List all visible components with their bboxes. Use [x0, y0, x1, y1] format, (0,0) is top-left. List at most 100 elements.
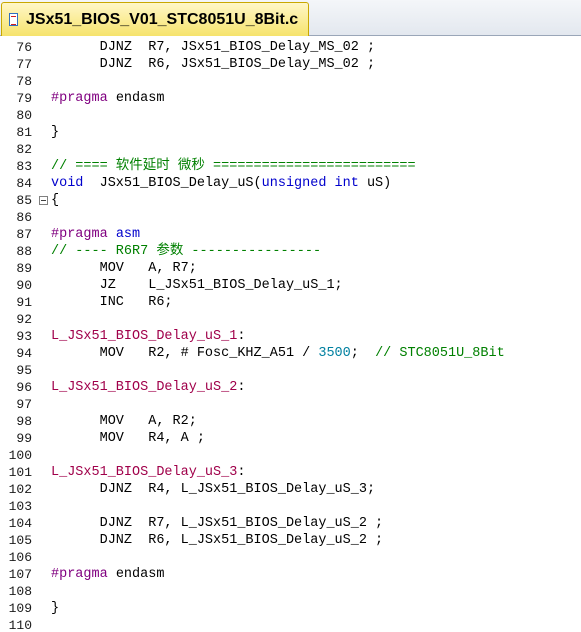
code-token: endasm [107, 91, 165, 106]
line-number: 87 [16, 227, 32, 242]
code-token: DJNZ R7, JSx51_BIOS_Delay_MS_02 ; [51, 40, 376, 55]
code-token: 3500 [318, 346, 351, 361]
code-token: } [51, 601, 60, 616]
file-tab[interactable]: JSx51_BIOS_V01_STC8051U_8Bit.c [1, 2, 310, 36]
code-line[interactable]: #pragma endasm [51, 566, 164, 583]
line-number: 80 [16, 108, 32, 123]
line-number: 110 [8, 618, 32, 632]
code-token: L_JSx51_BIOS_Delay_uS_2 [51, 380, 238, 395]
code-token: DJNZ R4, L_JSx51_BIOS_Delay_uS_3; [51, 482, 376, 497]
code-line[interactable]: #pragma asm [51, 226, 140, 243]
code-token: void [51, 176, 84, 191]
code-token: unsigned int [261, 176, 359, 191]
line-number: 102 [8, 482, 32, 497]
code-line[interactable]: MOV R4, A ; [51, 430, 205, 447]
code-token: #pragma [51, 227, 108, 242]
code-token: uS) [358, 176, 392, 191]
line-number: 101 [8, 465, 32, 480]
line-number: 84 [16, 176, 32, 191]
line-number: 77 [16, 57, 32, 72]
line-number: 99 [16, 431, 32, 446]
code-line[interactable]: { [51, 192, 59, 209]
code-token: JSx51_BIOS_Delay_uS( [83, 176, 262, 191]
code-line[interactable]: DJNZ R7, JSx51_BIOS_Delay_MS_02 ; [51, 39, 375, 56]
line-number: 100 [8, 448, 32, 463]
code-token: JZ L_JSx51_BIOS_Delay_uS_1; [51, 278, 343, 293]
code-token: ; [350, 346, 376, 361]
code-token: DJNZ R6, L_JSx51_BIOS_Delay_uS_2 ; [51, 533, 384, 548]
line-number: 76 [16, 40, 32, 55]
line-number: 108 [8, 584, 32, 599]
line-number: 106 [8, 550, 32, 565]
code-line[interactable]: MOV R2, # Fosc_KHZ_A51 / 3500; // STC805… [51, 345, 505, 362]
code-line[interactable]: INC R6; [51, 294, 173, 311]
code-line[interactable]: #pragma endasm [51, 90, 164, 107]
line-number: 90 [16, 278, 32, 293]
code-line[interactable]: DJNZ R7, L_JSx51_BIOS_Delay_uS_2 ; [51, 515, 384, 532]
code-token: // STC8051U_8Bit [375, 346, 505, 361]
line-number: 78 [16, 74, 32, 89]
code-line[interactable]: } [51, 600, 59, 617]
fold-collapse-icon[interactable] [39, 196, 48, 205]
line-number: 93 [16, 329, 32, 344]
line-number: 105 [8, 533, 32, 548]
code-token: : [237, 465, 246, 480]
line-number: 81 [16, 125, 32, 140]
line-number: 91 [16, 295, 32, 310]
line-number: 79 [16, 91, 32, 106]
line-number: 88 [16, 244, 32, 259]
code-token: L_JSx51_BIOS_Delay_uS_3 [51, 465, 238, 480]
line-number: 82 [16, 142, 32, 157]
code-token: MOV R2, # Fosc_KHZ_A51 / [51, 346, 319, 361]
code-token: { [51, 193, 60, 208]
line-number: 83 [16, 159, 32, 174]
code-line[interactable]: MOV A, R7; [51, 260, 197, 277]
code-line[interactable]: // ==== 软件延时 微秒 ========================… [51, 158, 416, 175]
line-number: 94 [16, 346, 32, 361]
code-line[interactable]: DJNZ R6, L_JSx51_BIOS_Delay_uS_2 ; [51, 532, 384, 549]
code-token: L_JSx51_BIOS_Delay_uS_1 [51, 329, 238, 344]
code-token: MOV R4, A ; [51, 431, 205, 446]
file-tab-title: JSx51_BIOS_V01_STC8051U_8Bit.c [26, 10, 299, 28]
code-token: MOV A, R2; [51, 414, 197, 429]
code-token: #pragma [51, 567, 108, 582]
line-number: 98 [16, 414, 32, 429]
c-source-file-icon [8, 12, 20, 27]
code-line[interactable]: MOV A, R2; [51, 413, 197, 430]
code-line[interactable]: L_JSx51_BIOS_Delay_uS_1: [51, 328, 245, 345]
line-number: 109 [8, 601, 32, 616]
code-line[interactable]: } [51, 124, 59, 141]
code-line[interactable]: // ---- R6R7 参数 ---------------- [51, 243, 321, 260]
line-number: 104 [8, 516, 32, 531]
editor-tab-bar: JSx51_BIOS_V01_STC8051U_8Bit.c [0, 0, 581, 36]
code-token: asm [115, 227, 141, 242]
code-line[interactable]: L_JSx51_BIOS_Delay_uS_2: [51, 379, 245, 396]
code-line[interactable]: L_JSx51_BIOS_Delay_uS_3: [51, 464, 245, 481]
code-token: : [237, 380, 246, 395]
code-line[interactable]: DJNZ R4, L_JSx51_BIOS_Delay_uS_3; [51, 481, 375, 498]
fold-margin [36, 38, 48, 632]
line-number: 89 [16, 261, 32, 276]
line-number: 103 [8, 499, 32, 514]
line-number: 107 [8, 567, 32, 582]
code-token: #pragma [51, 91, 108, 106]
code-line[interactable]: JZ L_JSx51_BIOS_Delay_uS_1; [51, 277, 343, 294]
line-number-gutter: 76 77 78 79 80 81 82 83 84 85 86 87 88 89 90 91 92 93 94 95… [0, 38, 36, 632]
line-number: 96 [16, 380, 32, 395]
code-token: MOV A, R7; [51, 261, 197, 276]
code-token: : [237, 329, 246, 344]
code-line[interactable]: void JSx51_BIOS_Delay_uS(unsigned int uS… [51, 175, 391, 192]
line-number: 95 [16, 363, 32, 378]
code-token: INC R6; [51, 295, 173, 310]
line-number: 97 [16, 397, 32, 412]
line-number: 92 [16, 312, 32, 327]
code-editor[interactable]: 76 77 78 79 80 81 82 83 84 85 86 87 88 89 90 91 92 93 94 95… [0, 38, 581, 632]
code-token: // ==== 软件延时 微秒 ========================… [51, 159, 416, 174]
line-number: 86 [16, 210, 32, 225]
code-line[interactable]: DJNZ R6, JSx51_BIOS_Delay_MS_02 ; [51, 56, 375, 73]
code-token: DJNZ R7, L_JSx51_BIOS_Delay_uS_2 ; [51, 516, 384, 531]
code-token: // ---- R6R7 参数 ---------------- [51, 244, 322, 259]
code-token: } [51, 125, 60, 140]
line-number: 85 [16, 193, 32, 208]
